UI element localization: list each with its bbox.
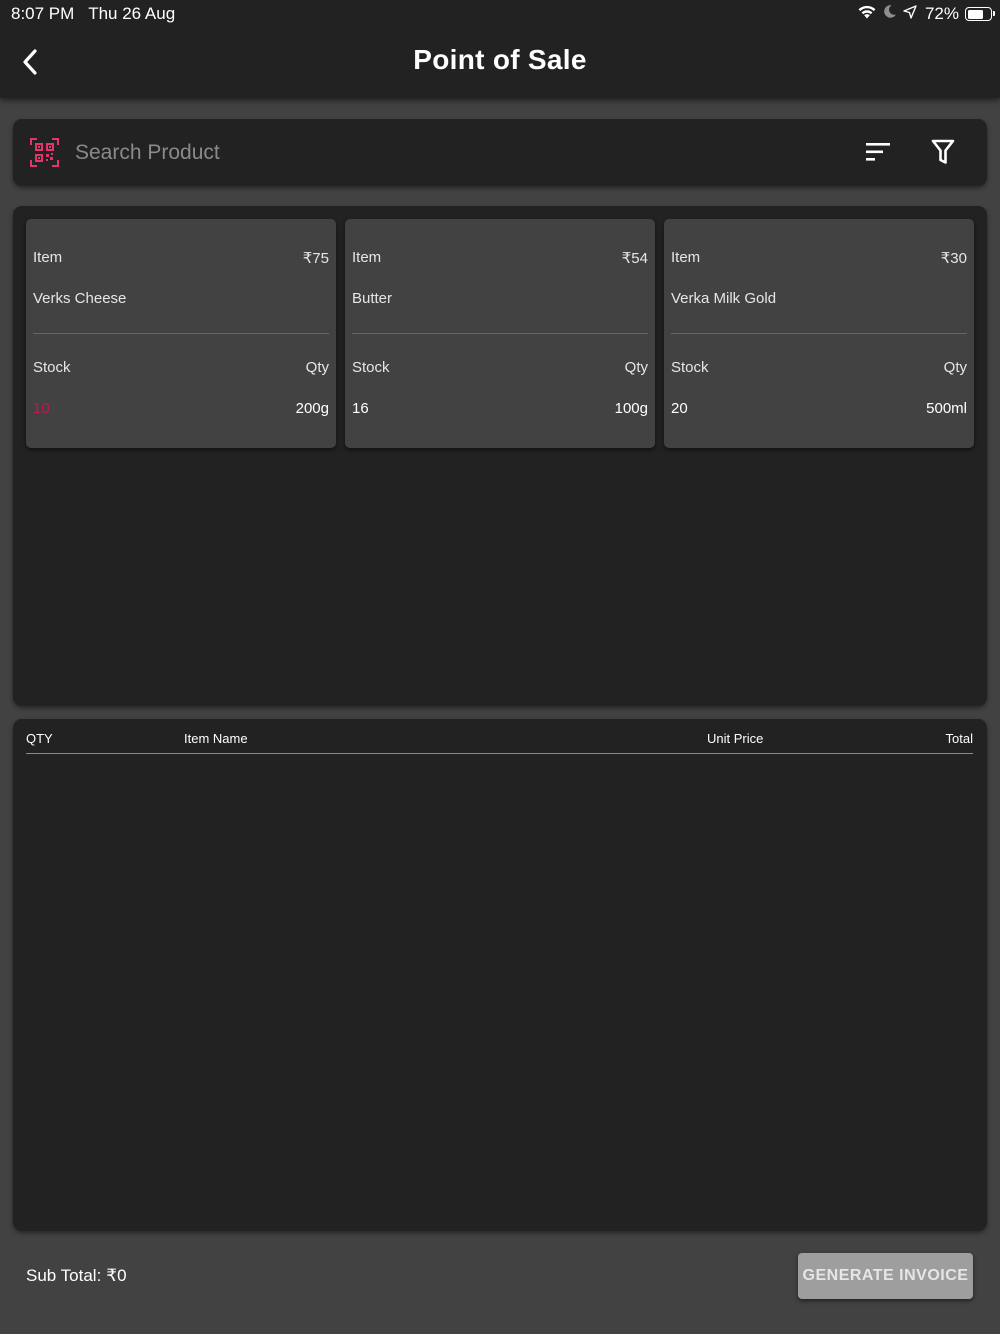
product-price: ₹54 xyxy=(621,250,648,267)
card-divider xyxy=(671,333,967,334)
product-header-row: Item ₹30 xyxy=(671,249,967,267)
card-divider xyxy=(352,333,648,334)
product-header-row: Item ₹75 xyxy=(33,249,329,267)
stock-value: 16 xyxy=(352,400,369,417)
stock-label: Stock xyxy=(352,359,390,376)
product-price: ₹75 xyxy=(302,250,329,267)
product-header-row: Item ₹54 xyxy=(352,249,648,267)
card-divider xyxy=(33,333,329,334)
item-label: Item xyxy=(671,249,701,266)
filter-icon[interactable] xyxy=(931,139,955,165)
product-name: Butter xyxy=(352,290,393,307)
qty-value: 200g xyxy=(295,400,329,417)
product-price: ₹30 xyxy=(940,250,967,267)
wifi-icon xyxy=(857,4,877,24)
product-name-row: Verks Cheese xyxy=(33,290,329,307)
order-table: QTY Item Name Unit Price Total xyxy=(13,719,987,1231)
qty-value: 500ml xyxy=(926,400,967,417)
product-card[interactable]: Item ₹75 Verks Cheese Stock Qty 10 200g xyxy=(26,219,336,448)
product-name: Verka Milk Gold xyxy=(671,290,777,307)
moon-icon xyxy=(883,4,897,24)
stock-qty-values-row: 10 200g xyxy=(33,400,329,417)
page-title: Point of Sale xyxy=(413,44,587,75)
subtotal: Sub Total: ₹0 xyxy=(26,1266,127,1286)
qty-label: Qty xyxy=(943,359,967,376)
qty-label: Qty xyxy=(305,359,329,376)
stock-value: 20 xyxy=(671,400,688,417)
app-bar: 8:07 PM Thu 26 Aug 72% Point of Sale xyxy=(0,0,1000,98)
generate-invoice-button[interactable]: GENERATE INVOICE xyxy=(798,1253,973,1299)
column-header-unit-price: Unit Price xyxy=(707,731,764,746)
stock-qty-values-row: 20 500ml xyxy=(671,400,967,417)
status-bar-indicators: 72% xyxy=(857,4,995,24)
column-header-qty: QTY xyxy=(26,731,53,746)
status-bar-datetime: 8:07 PM Thu 26 Aug xyxy=(11,4,175,24)
stock-label: Stock xyxy=(33,359,71,376)
qty-value: 100g xyxy=(614,400,648,417)
column-header-item-name: Item Name xyxy=(184,731,248,746)
stock-qty-values-row: 16 100g xyxy=(352,400,648,417)
status-date: Thu 26 Aug xyxy=(88,4,176,23)
product-card[interactable]: Item ₹30 Verka Milk Gold Stock Qty 20 50… xyxy=(664,219,974,448)
column-header-total: Total xyxy=(945,731,973,746)
battery-percent: 72% xyxy=(924,4,959,23)
qr-scan-icon[interactable] xyxy=(30,138,59,167)
product-name: Verks Cheese xyxy=(33,290,127,307)
battery-icon xyxy=(965,7,995,21)
location-arrow-icon xyxy=(903,4,917,24)
sort-icon[interactable] xyxy=(866,141,892,163)
stock-qty-labels-row: Stock Qty xyxy=(671,359,967,376)
stock-qty-labels-row: Stock Qty xyxy=(352,359,648,376)
subtotal-label: Sub Total: xyxy=(26,1266,102,1285)
pos-screen: 8:07 PM Thu 26 Aug 72% Point of Sale Sea… xyxy=(0,0,1000,1334)
product-card[interactable]: Item ₹54 Butter Stock Qty 16 100g xyxy=(345,219,655,448)
order-table-header: QTY Item Name Unit Price Total xyxy=(26,731,973,754)
search-input[interactable] xyxy=(75,137,675,169)
item-label: Item xyxy=(352,249,382,266)
product-grid: Item ₹75 Verks Cheese Stock Qty 10 200g … xyxy=(13,206,987,706)
product-name-row: Verka Milk Gold xyxy=(671,290,967,307)
battery-level-fill xyxy=(967,9,984,19)
stock-qty-labels-row: Stock Qty xyxy=(33,359,329,376)
item-label: Item xyxy=(33,249,63,266)
stock-label: Stock xyxy=(671,359,709,376)
qty-label: Qty xyxy=(624,359,648,376)
subtotal-value: ₹0 xyxy=(106,1266,127,1285)
product-name-row: Butter xyxy=(352,290,648,307)
order-table-header-divider xyxy=(26,753,973,754)
status-time: 8:07 PM xyxy=(11,4,75,23)
search-bar xyxy=(13,119,987,186)
stock-value: 10 xyxy=(33,400,50,417)
